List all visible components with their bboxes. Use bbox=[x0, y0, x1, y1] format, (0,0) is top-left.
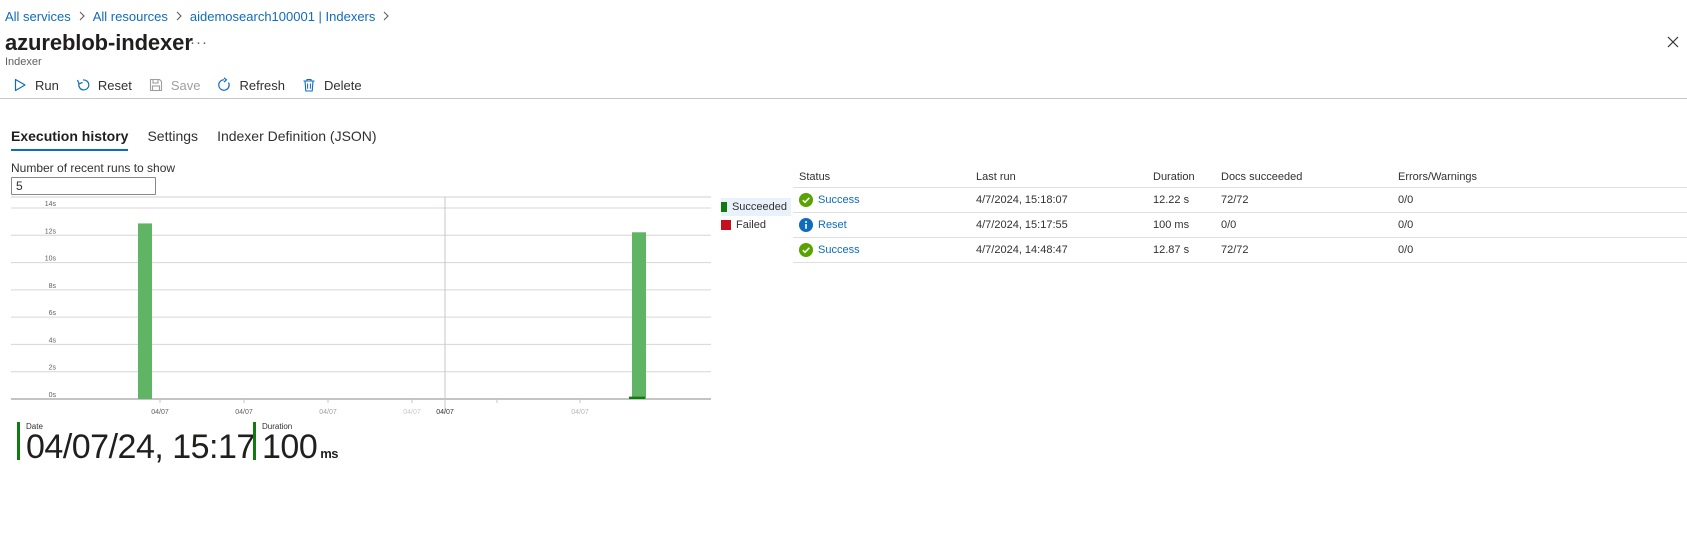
runs-count-input[interactable] bbox=[11, 177, 156, 195]
table-row[interactable]: Success 4/7/2024, 15:18:07 12.22 s 72/72… bbox=[793, 188, 1687, 213]
y-tick-label: 12s bbox=[45, 228, 57, 235]
column-header-duration[interactable]: Duration bbox=[1153, 171, 1221, 183]
metric-date-value: 04/07/24, 15:17 bbox=[26, 428, 255, 466]
reset-button[interactable]: Reset bbox=[75, 77, 132, 93]
legend-failed[interactable]: Failed bbox=[721, 216, 791, 234]
x-tick-label: 04/07 bbox=[571, 409, 589, 416]
legend-succeeded-label: Succeeded bbox=[731, 201, 787, 213]
breadcrumb-all-resources[interactable]: All resources bbox=[93, 9, 168, 24]
info-circle-icon bbox=[799, 218, 813, 232]
trash-icon bbox=[301, 77, 317, 93]
reset-icon bbox=[75, 77, 91, 93]
duration-cell: 12.87 s bbox=[1153, 244, 1190, 256]
docs-succeeded-cell: 0/0 bbox=[1221, 219, 1237, 231]
table-row[interactable]: Success 4/7/2024, 14:48:47 12.87 s 72/72… bbox=[793, 238, 1687, 263]
column-header-last-run[interactable]: Last run bbox=[976, 171, 1153, 183]
play-icon bbox=[12, 77, 28, 93]
check-circle-icon bbox=[799, 243, 813, 257]
page-subtitle: Indexer bbox=[5, 56, 42, 68]
docs-succeeded-cell: 72/72 bbox=[1221, 244, 1249, 256]
status-link[interactable]: Success bbox=[818, 194, 860, 206]
x-tick-label: 04/07 bbox=[319, 409, 337, 416]
errors-warnings-cell: 0/0 bbox=[1398, 219, 1414, 231]
table-header-row: Status Last run Duration Docs succeeded … bbox=[793, 166, 1687, 188]
tab-list: Execution history Settings Indexer Defin… bbox=[11, 128, 396, 151]
command-bar-divider bbox=[0, 98, 1687, 99]
x-tick-label: 04/07 bbox=[403, 409, 421, 416]
tab-execution-history[interactable]: Execution history bbox=[11, 128, 129, 151]
y-tick-label: 8s bbox=[49, 283, 57, 290]
legend-failed-swatch bbox=[721, 220, 731, 230]
x-tick-label: 04/07 bbox=[235, 409, 253, 416]
y-tick-label: 0s bbox=[49, 392, 57, 399]
execution-history-table: Status Last run Duration Docs succeeded … bbox=[793, 166, 1687, 263]
table-row[interactable]: Reset 4/7/2024, 15:17:55 100 ms 0/0 0/0 bbox=[793, 213, 1687, 238]
reset-label: Reset bbox=[97, 77, 132, 93]
column-header-status[interactable]: Status bbox=[793, 171, 976, 183]
run-label: Run bbox=[35, 77, 59, 93]
column-header-docs-succeeded[interactable]: Docs succeeded bbox=[1221, 171, 1398, 183]
duration-cell: 100 ms bbox=[1153, 219, 1190, 231]
save-icon bbox=[148, 77, 164, 93]
metric-duration-value: 100 bbox=[262, 428, 318, 466]
bar-succeeded bbox=[138, 223, 152, 399]
legend-succeeded[interactable]: Succeeded bbox=[721, 198, 791, 216]
metric-duration: Duration 100 ms bbox=[253, 422, 339, 464]
x-tick-label: 04/07 bbox=[151, 409, 169, 416]
check-circle-icon bbox=[799, 193, 813, 207]
last-run-cell: 4/7/2024, 14:48:47 bbox=[976, 244, 1068, 256]
metric-duration-unit: ms bbox=[320, 446, 339, 461]
errors-warnings-cell: 0/0 bbox=[1398, 194, 1414, 206]
chevron-right-icon bbox=[382, 11, 390, 21]
tab-settings[interactable]: Settings bbox=[147, 128, 198, 151]
page-title: azureblob-indexer bbox=[5, 30, 193, 55]
status-link[interactable]: Success bbox=[818, 244, 860, 256]
execution-history-chart: 14s 12s 10s 8s 6s 4s 2s 0s 04/07 04/07 04/07 04/07 0… bbox=[11, 196, 711, 416]
x-tick-label: 04/07 bbox=[436, 409, 454, 416]
column-header-errors-warnings[interactable]: Errors/Warnings bbox=[1398, 171, 1518, 183]
breadcrumb-all-services[interactable]: All services bbox=[5, 9, 71, 24]
run-button[interactable]: Run bbox=[12, 77, 59, 93]
last-run-cell: 4/7/2024, 15:18:07 bbox=[976, 194, 1068, 206]
refresh-icon bbox=[216, 77, 232, 93]
chevron-right-icon bbox=[175, 11, 183, 21]
chevron-right-icon bbox=[78, 11, 86, 21]
refresh-button[interactable]: Refresh bbox=[216, 77, 285, 93]
status-link[interactable]: Reset bbox=[818, 219, 847, 231]
legend-succeeded-swatch bbox=[721, 202, 727, 212]
y-tick-label: 6s bbox=[49, 310, 57, 317]
last-run-cell: 4/7/2024, 15:17:55 bbox=[976, 219, 1068, 231]
save-label: Save bbox=[170, 77, 201, 93]
delete-button[interactable]: Delete bbox=[301, 77, 362, 93]
bar-succeeded bbox=[632, 232, 646, 399]
close-icon bbox=[1667, 36, 1679, 48]
runs-count-label: Number of recent runs to show bbox=[11, 161, 176, 175]
bar-reset-run bbox=[629, 396, 645, 399]
docs-succeeded-cell: 72/72 bbox=[1221, 194, 1249, 206]
chart-legend: Succeeded Failed bbox=[721, 198, 791, 234]
y-tick-label: 2s bbox=[49, 365, 57, 372]
tab-indexer-definition[interactable]: Indexer Definition (JSON) bbox=[217, 128, 377, 151]
y-tick-label: 14s bbox=[45, 201, 57, 208]
errors-warnings-cell: 0/0 bbox=[1398, 244, 1414, 256]
breadcrumb-indexers[interactable]: aidemosearch100001 | Indexers bbox=[190, 9, 376, 24]
y-tick-label: 10s bbox=[45, 256, 57, 263]
y-tick-label: 4s bbox=[49, 337, 57, 344]
duration-cell: 12.22 s bbox=[1153, 194, 1190, 206]
save-button[interactable]: Save bbox=[148, 77, 201, 93]
metric-date: Date 04/07/24, 15:17 bbox=[17, 422, 255, 464]
refresh-label: Refresh bbox=[239, 77, 285, 93]
breadcrumb: All services All resources aidemosearch1… bbox=[5, 7, 397, 25]
command-bar: Run Reset Save Refresh Delete bbox=[0, 74, 366, 96]
delete-label: Delete bbox=[324, 77, 362, 93]
legend-failed-label: Failed bbox=[736, 219, 766, 231]
more-options-button[interactable]: ··· bbox=[190, 34, 208, 51]
close-button[interactable] bbox=[1665, 34, 1681, 50]
